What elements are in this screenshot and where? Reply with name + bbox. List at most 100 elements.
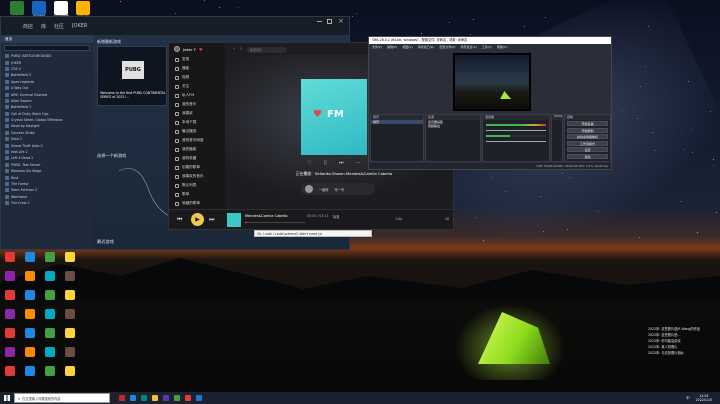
obs-control-button[interactable]: 设置 [567, 147, 608, 152]
desktop-icon[interactable] [1, 271, 19, 289]
obs-preview[interactable] [453, 53, 531, 111]
scene-item[interactable]: 场景 [371, 120, 423, 124]
music-nav-item[interactable]: 发现 [169, 55, 225, 64]
desktop-icon[interactable] [21, 328, 39, 346]
desktop-icon[interactable] [1, 290, 19, 308]
music-nav-item[interactable]: 歌单 [169, 190, 225, 199]
taskbar-app-icon[interactable] [151, 395, 158, 401]
obs-menu-item[interactable]: 工具(T) [482, 44, 492, 50]
obs-control-button[interactable]: 工作室模式 [567, 140, 608, 146]
steam-filter-home[interactable]: 首页 [1, 35, 93, 43]
trash-icon[interactable]: ▯ [324, 160, 327, 166]
mini-cover[interactable] [227, 213, 241, 227]
playlist-count[interactable]: 10 [445, 217, 449, 221]
music-nav-item[interactable]: 我的音乐 [169, 100, 225, 109]
obs-menu-item[interactable]: 文件(F) [372, 44, 382, 50]
steam-close-icon[interactable]: × [338, 17, 344, 25]
progress-bar[interactable] [245, 222, 305, 223]
desktop-icon[interactable] [1, 328, 19, 346]
music-nav-item[interactable]: 默认列表 [169, 181, 225, 190]
desktop-lyric-box[interactable]: Oh, I wish I could pretend I didn't need… [254, 230, 372, 237]
speed-badge[interactable]: 1.0x [395, 217, 402, 221]
like-icon[interactable]: ♡ [307, 160, 311, 166]
steam-maximize-icon[interactable] [327, 19, 332, 24]
prev-icon[interactable]: ⏮ [177, 216, 182, 224]
steam-minimize-icon[interactable] [317, 21, 322, 22]
obs-menu-item[interactable]: 停靠窗口(D) [418, 44, 435, 50]
steam-nav-library[interactable]: 库 [41, 23, 46, 30]
news-card[interactable]: PUBG Welcome to the first PUBG CONTINENT… [97, 46, 167, 106]
listen-together-label[interactable]: 一起听 [319, 187, 329, 192]
music-nav-item[interactable]: 我的音乐网盘 [169, 136, 225, 145]
play-pause-button[interactable]: ▶ [191, 213, 204, 226]
desktop-icon[interactable] [21, 290, 39, 308]
music-nav-item[interactable]: 我的播客 [169, 145, 225, 154]
music-nav-item[interactable]: 我喜欢 [169, 109, 225, 118]
desktop-icon[interactable] [41, 290, 59, 308]
desktop-icon[interactable] [61, 290, 79, 308]
steam-nav-profile[interactable]: JOKER [72, 23, 87, 29]
obs-menu-item[interactable]: 配置文件(P) [439, 44, 455, 50]
obs-menu-item[interactable]: 视图(V) [402, 44, 412, 50]
desktop-icon[interactable] [41, 347, 59, 365]
taskbar-app-icon[interactable] [173, 395, 180, 401]
more-icon[interactable]: ⋯ [356, 160, 361, 166]
desktop-icon[interactable] [1, 347, 19, 365]
obs-control-button[interactable]: 退出 [567, 153, 608, 159]
desktop-icon[interactable] [1, 252, 19, 270]
obs-menu-item[interactable]: 帮助(H) [497, 44, 508, 50]
obs-menu-item[interactable]: 场景集合(S) [461, 44, 477, 50]
desktop-icon[interactable] [21, 366, 39, 384]
taskbar-app-icon[interactable] [195, 395, 202, 401]
comment-label[interactable]: 写一写 [335, 187, 345, 192]
steam-nav-community[interactable]: 社区 [54, 23, 64, 30]
music-nav-item[interactable]: 我的收藏 [169, 154, 225, 163]
music-nav-item[interactable]: 收藏的歌单 [169, 199, 225, 208]
steam-search-input[interactable] [4, 45, 90, 51]
windows-start-icon[interactable] [4, 395, 10, 401]
desktop-icon[interactable] [61, 252, 79, 270]
music-nav-item[interactable]: 播客 [169, 64, 225, 73]
desktop-icon[interactable] [61, 271, 79, 289]
music-nav-item[interactable]: 最近播放 [169, 127, 225, 136]
volume-slider[interactable] [486, 141, 546, 142]
taskbar-app-icon[interactable] [140, 395, 147, 401]
taskbar-app-icon[interactable] [184, 395, 191, 401]
taskbar-app-icon[interactable] [129, 395, 136, 401]
music-nav-item[interactable]: 我喜欢的音乐 [169, 172, 225, 181]
desktop-icon[interactable] [61, 309, 79, 327]
music-nav-item[interactable]: 本地下载 [169, 118, 225, 127]
music-nav-item[interactable]: 视频 [169, 73, 225, 82]
taskbar-search-input[interactable]: ⌕ 在这里输入你要搜索的内容 [14, 393, 110, 403]
desktop-icon[interactable] [61, 366, 79, 384]
next-icon[interactable]: ⏭ [339, 160, 344, 166]
back-icon[interactable]: ‹ [233, 46, 235, 52]
desktop-icon[interactable] [41, 309, 59, 327]
taskbar-app-icon[interactable] [118, 395, 125, 401]
desktop-icon[interactable] [41, 271, 59, 289]
language-indicator[interactable]: 中 [686, 396, 690, 401]
obs-control-button[interactable]: 开始录制 [567, 127, 608, 133]
clock[interactable]: 12:04 2022/1/10 [696, 394, 712, 402]
desktop-icon[interactable] [1, 309, 19, 327]
music-nav-item[interactable]: 关注 [169, 82, 225, 91]
taskbar-app-icon[interactable] [162, 395, 169, 401]
desktop-icon[interactable] [21, 309, 39, 327]
desktop-icon[interactable] [21, 252, 39, 270]
volume-slider[interactable] [486, 130, 546, 131]
forward-icon[interactable]: › [240, 46, 242, 52]
obs-control-button[interactable]: 开始直播 [567, 121, 608, 126]
steam-nav-store[interactable]: 商店 [23, 23, 33, 30]
quality-badge[interactable]: 标准 [333, 214, 339, 219]
music-search-input[interactable]: 搜索音乐 [247, 47, 287, 53]
desktop-icon[interactable] [21, 347, 39, 365]
desktop-icon[interactable] [41, 366, 59, 384]
desktop-icon[interactable] [1, 366, 19, 384]
steam-game-item[interactable]: The Crew 2 [1, 200, 93, 206]
music-nav-item[interactable]: 私人FM [169, 91, 225, 100]
desktop-icon[interactable] [21, 271, 39, 289]
desktop-icon[interactable] [61, 328, 79, 346]
music-nav-item[interactable]: 创建的歌单 [169, 163, 225, 172]
obs-menu-item[interactable]: 编辑(E) [387, 44, 397, 50]
next-icon[interactable]: ⏭ [209, 216, 214, 224]
